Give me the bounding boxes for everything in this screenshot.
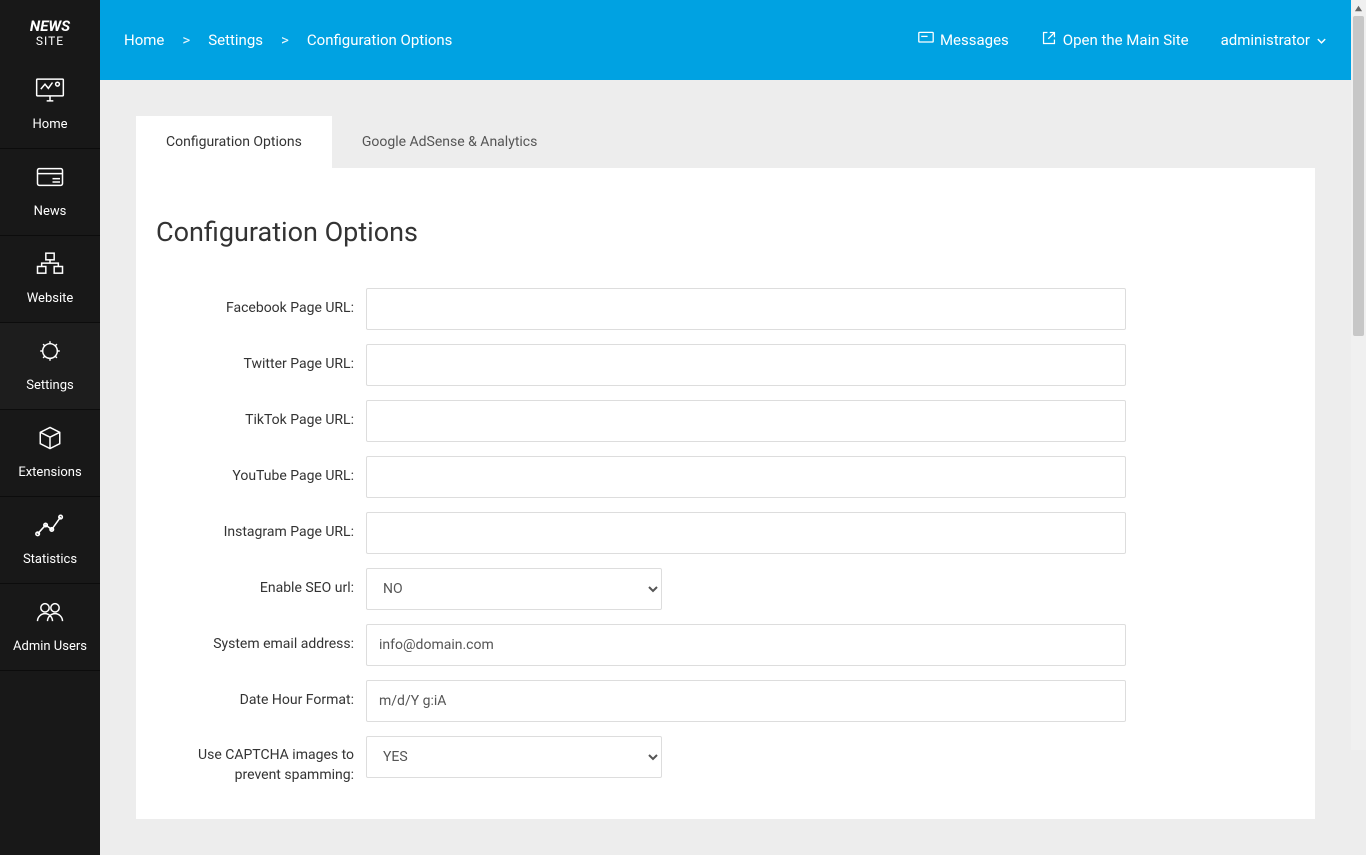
scrollbar[interactable] [1351,0,1366,750]
message-icon [918,31,934,49]
sidebar-label: Statistics [23,552,77,568]
topbar: Home > Settings > Configuration Options … [100,0,1351,80]
sidebar-label: Admin Users [13,639,87,655]
sidebar-item-news[interactable]: News [0,149,100,236]
logo-line2: SITE [0,35,100,48]
captcha-select[interactable]: YES [366,736,662,778]
instagram-input[interactable] [366,512,1126,554]
open-site-label: Open the Main Site [1063,31,1189,49]
open-site-link[interactable]: Open the Main Site [1041,31,1189,49]
messages-label: Messages [940,31,1009,49]
sidebar-label: Extensions [18,465,81,481]
logo-line1: NEWS [0,18,100,35]
external-link-icon [1041,31,1057,49]
scroll-thumb[interactable] [1353,16,1364,336]
sidebar-item-home[interactable]: Home [0,62,100,149]
tiktok-input[interactable] [366,400,1126,442]
seo-select[interactable]: NO [366,568,662,610]
tabs: Configuration Options Google AdSense & A… [136,116,1315,168]
instagram-label: Instagram Page URL: [156,523,366,543]
sidebar-label: News [34,204,67,220]
email-label: System email address: [156,635,366,655]
chevron-down-icon [1316,31,1327,49]
page-title: Configuration Options [156,216,1295,248]
email-input[interactable] [366,624,1126,666]
sidebar-label: Website [27,291,74,307]
breadcrumb: Home > Settings > Configuration Options [124,31,452,49]
breadcrumb-home[interactable]: Home [124,31,164,49]
users-icon [35,599,65,629]
sidebar-label: Settings [26,378,73,394]
tab-config-options[interactable]: Configuration Options [136,116,332,168]
datefmt-input[interactable] [366,680,1126,722]
sidebar-item-settings[interactable]: Settings [0,323,100,410]
chart-line-icon [35,512,65,542]
cube-icon [35,425,65,455]
sidebar: NEWS SITE Home [0,0,100,855]
sidebar-item-extensions[interactable]: Extensions [0,410,100,497]
datefmt-label: Date Hour Format: [156,691,366,711]
sidebar-item-website[interactable]: Website [0,236,100,323]
youtube-input[interactable] [366,456,1126,498]
breadcrumb-sep: > [182,31,190,49]
twitter-label: Twitter Page URL: [156,355,366,375]
facebook-input[interactable] [366,288,1126,330]
news-card-icon [35,164,65,194]
tiktok-label: TikTok Page URL: [156,411,366,431]
sidebar-label: Home [33,117,68,133]
monitor-chart-icon [35,77,65,107]
scroll-up-icon[interactable] [1351,0,1366,16]
seo-label: Enable SEO url: [156,579,366,599]
tab-google-adsense[interactable]: Google AdSense & Analytics [332,116,568,168]
twitter-input[interactable] [366,344,1126,386]
captcha-label: Use CAPTCHA images to prevent spamming: [156,736,366,785]
user-dropdown[interactable]: administrator [1221,31,1327,49]
sitemap-icon [35,251,65,281]
user-label: administrator [1221,31,1310,49]
breadcrumb-current[interactable]: Configuration Options [307,31,453,49]
gear-icon [35,338,65,368]
sidebar-item-statistics[interactable]: Statistics [0,497,100,584]
youtube-label: YouTube Page URL: [156,467,366,487]
logo: NEWS SITE [0,0,100,62]
messages-link[interactable]: Messages [918,31,1009,49]
facebook-label: Facebook Page URL: [156,299,366,319]
breadcrumb-sep: > [281,31,289,49]
breadcrumb-settings[interactable]: Settings [208,31,263,49]
sidebar-item-admin-users[interactable]: Admin Users [0,584,100,671]
main: Home > Settings > Configuration Options … [100,0,1351,855]
